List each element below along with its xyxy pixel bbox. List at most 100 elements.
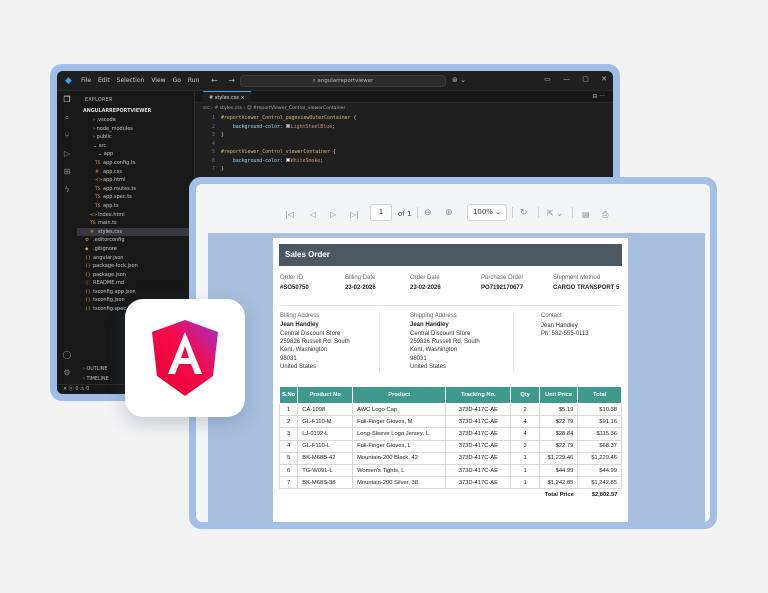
meta-value: PO7192170677 bbox=[481, 285, 524, 291]
file-tree-item[interactable]: ⌄ app bbox=[77, 150, 194, 159]
menu-item-file[interactable]: File bbox=[81, 77, 91, 84]
column-header: Product bbox=[352, 386, 447, 404]
css-property: background-color bbox=[232, 157, 280, 164]
zoom-out-icon[interactable]: ⊖ bbox=[424, 208, 432, 218]
file-tree-item[interactable]: {} package.json bbox=[77, 271, 194, 280]
breadcrumb[interactable]: src › # styles.css › 😊 #reportViewer_Con… bbox=[195, 103, 613, 114]
page-count: of 1 bbox=[398, 210, 412, 218]
code-editor[interactable]: 1 #reportViewer_Control_pageviewOuterCont… bbox=[195, 114, 613, 174]
run-debug-icon[interactable]: ▷ bbox=[57, 145, 77, 163]
table-cell: $44.99 bbox=[538, 463, 579, 478]
menu-item-edit[interactable]: Edit bbox=[98, 77, 110, 84]
close-icon[interactable]: ✕ bbox=[601, 75, 607, 83]
line-items-table: S.No Product No Product Tracking No. Qty Unit… bbox=[278, 386, 622, 501]
column-header: Qty bbox=[510, 386, 540, 404]
back-arrow-icon[interactable]: ← bbox=[211, 76, 218, 85]
toolbar-separator bbox=[417, 207, 418, 218]
address-line: 259826 Russell Rd. South bbox=[410, 339, 480, 346]
file-tree-item[interactable]: › public bbox=[77, 133, 194, 142]
zoom-in-icon[interactable]: ⊕ bbox=[445, 208, 453, 218]
file-tree-item[interactable]: <>index.html bbox=[77, 211, 194, 220]
copilot-icon[interactable]: ⊛ ⌄ bbox=[452, 76, 466, 84]
refresh-icon[interactable]: ↻ bbox=[520, 208, 528, 218]
file-tree-label: .gitignore bbox=[93, 245, 117, 252]
editor-actions[interactable]: ⊟ ··· bbox=[592, 93, 605, 100]
brace: } bbox=[221, 166, 224, 172]
file-tree-label: package.json bbox=[93, 271, 126, 278]
account-icon[interactable]: ◯ bbox=[57, 346, 77, 364]
zoom-select[interactable]: 100% ⌄ bbox=[467, 204, 507, 221]
page-number-input[interactable]: 1 bbox=[370, 204, 392, 221]
file-tree-label: app.config.ts bbox=[103, 159, 136, 166]
file-tree-item[interactable]: TS app.routes.ts bbox=[77, 185, 194, 194]
page-view-container[interactable]: Sales Order Order ID #SO50750 Billing Date… bbox=[208, 233, 705, 522]
file-tree-item[interactable]: ◆ .gitignore bbox=[77, 245, 194, 254]
table-cell: Mountain-200 Black, 42 bbox=[352, 451, 447, 465]
table-cell: $1,242.85 bbox=[538, 476, 579, 490]
file-tree-item[interactable]: TS app.spec.ts bbox=[77, 193, 194, 202]
table-row: 4 GL-F110-L Full-Finger Gloves, L 373D-417C… bbox=[278, 439, 622, 453]
file-tree-item[interactable]: {} package-lock.json bbox=[77, 262, 194, 271]
last-page-icon[interactable]: ▷| bbox=[350, 210, 359, 219]
divider bbox=[279, 305, 622, 306]
editor-tabs: # styles.css × ⊟ ··· bbox=[195, 91, 613, 103]
table-cell: CA-1098 bbox=[297, 402, 354, 417]
file-tree-item[interactable]: TS main.ts bbox=[77, 219, 194, 228]
extensions-icon[interactable]: ⊞ bbox=[57, 163, 77, 181]
column-header: Total bbox=[577, 386, 622, 404]
line-number: 1 bbox=[212, 115, 215, 121]
gear-icon[interactable]: ⚙ bbox=[57, 364, 77, 382]
brace: { bbox=[350, 115, 357, 121]
color-swatch[interactable] bbox=[285, 124, 290, 128]
menu-item-view[interactable]: View bbox=[151, 77, 165, 84]
menu-item-go[interactable]: Go bbox=[173, 77, 181, 84]
file-tree-item[interactable]: {} tsconfig.app.json bbox=[77, 288, 194, 297]
parameters-icon[interactable]: ▤ bbox=[582, 210, 590, 219]
source-control-icon[interactable]: ⑂ bbox=[57, 127, 77, 145]
explorer-icon[interactable]: ❐ bbox=[57, 91, 77, 109]
divider bbox=[379, 311, 380, 373]
brace: } bbox=[221, 132, 224, 138]
search-icon[interactable]: ⌕ bbox=[57, 109, 77, 127]
file-tree-item[interactable]: ⓘ README.md bbox=[77, 279, 194, 288]
layout-icon[interactable]: ▭ bbox=[544, 75, 551, 83]
explorer-root-folder[interactable]: ANGULARREPORTVIEWER bbox=[77, 107, 194, 116]
file-tree-item[interactable]: TS app.config.ts bbox=[77, 159, 194, 168]
table-cell: $91.16 bbox=[577, 415, 622, 429]
file-tree-item[interactable]: {} angular.json bbox=[77, 254, 194, 263]
file-tree-item[interactable]: # styles.css bbox=[77, 227, 194, 237]
tab-styles-css[interactable]: # styles.css × bbox=[203, 91, 251, 103]
maximize-icon[interactable]: ▢ bbox=[582, 75, 589, 83]
table-cell: GL-F110-M bbox=[297, 415, 354, 429]
first-page-icon[interactable]: |◁ bbox=[285, 210, 294, 219]
toolbar-separator bbox=[512, 207, 513, 218]
table-cell: 373D-417C-AE bbox=[445, 439, 512, 453]
file-tree-item[interactable]: ⚙ .editorconfig bbox=[77, 236, 194, 245]
previous-page-icon[interactable]: ◁ bbox=[310, 210, 316, 219]
meta-value: 23-02-2026 bbox=[345, 285, 376, 291]
file-tree-label: README.md bbox=[93, 280, 125, 287]
color-swatch[interactable] bbox=[285, 158, 290, 162]
file-tree-label: app.html bbox=[103, 177, 126, 184]
file-tree-item[interactable]: <>app.html bbox=[77, 176, 194, 185]
minimize-icon[interactable]: — bbox=[563, 75, 570, 83]
export-icon[interactable]: ⇱ ⌄ bbox=[547, 209, 563, 218]
file-tree-label: tsconfig.app.json bbox=[93, 288, 136, 295]
file-tree-item[interactable]: # app.css bbox=[77, 168, 194, 177]
print-icon[interactable]: ⎙ bbox=[602, 210, 608, 220]
lightning-icon[interactable]: ϟ bbox=[57, 181, 77, 199]
command-search-input[interactable]: ⌕ angularreportviewer bbox=[240, 75, 446, 87]
address-line: Central Discount Store bbox=[280, 331, 341, 337]
code-line: 1 #reportViewer_Control_pageviewOuterCont… bbox=[195, 114, 613, 123]
file-tree-item[interactable]: › node_modules bbox=[77, 125, 194, 134]
table-cell: BK-M68B-42 bbox=[297, 451, 354, 465]
table-row: 7 BK-M68S-38 Mountain-200 Silver, 38 373D-4… bbox=[278, 476, 622, 490]
menu-item-run[interactable]: Run bbox=[188, 77, 200, 84]
forward-arrow-icon[interactable]: → bbox=[228, 76, 235, 85]
next-page-icon[interactable]: ▷ bbox=[330, 210, 336, 219]
table-cell: $28.84 bbox=[538, 427, 579, 441]
file-tree-item[interactable]: › .vscode bbox=[77, 116, 194, 125]
file-tree-item[interactable]: ⌄ src bbox=[77, 142, 194, 151]
menu-item-selection[interactable]: Selection bbox=[117, 77, 145, 84]
file-tree-item[interactable]: TS app.ts bbox=[77, 202, 194, 211]
